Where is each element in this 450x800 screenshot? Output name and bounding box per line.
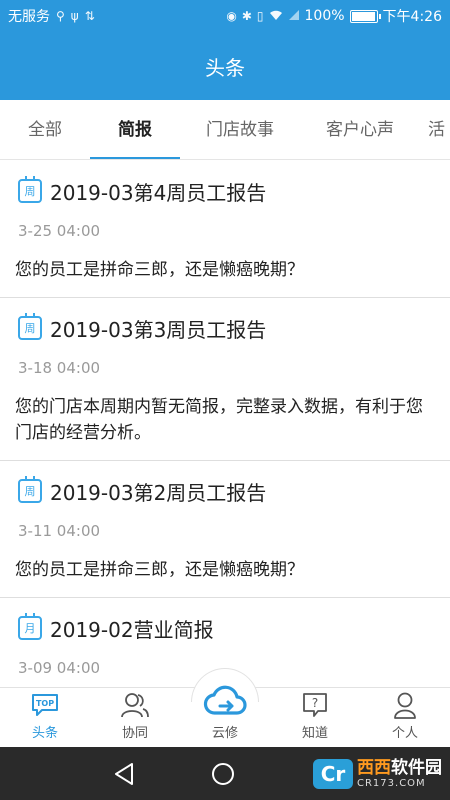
item-date: 3-18 04:00 [18,359,101,377]
home-icon[interactable] [212,763,234,785]
calendar-month-icon: 月 [18,613,42,640]
header: 头条 [0,32,450,100]
usb-icon: ⚲ [56,9,65,23]
question-icon: ? [300,691,330,719]
nav-collaborate[interactable]: 协同 [90,688,180,747]
usb-debug-icon: ψ [70,9,79,23]
status-bar: 无服务 ⚲ ψ ⇅ ◉ ✱ ▯ 100% 下午4:26 [0,0,450,32]
calendar-week-icon: 周 [18,176,42,203]
item-title: 2019-03第2周员工报告 [50,480,267,505]
calendar-week-icon: 周 [18,476,42,503]
item-title: 2019-02营业简报 [50,617,214,642]
question-glyph: ? [312,696,318,710]
bottom-nav: TOP 头条 协同 云修 ? 知道 个人 [0,668,450,747]
item-title: 2019-03第3周员工报告 [50,317,267,342]
item-date: 3-25 04:00 [18,222,101,240]
tab-more[interactable]: 活 [420,100,450,159]
item-title-row: 周 2019-03第3周员工报告 [15,298,435,344]
nav-knowledge[interactable]: ? 知道 [270,688,360,747]
watermark-logo: Cr [313,759,353,789]
nav-label: 知道 [301,726,328,741]
item-date: 3-11 04:00 [18,522,101,540]
vibrate-icon: ▯ [256,9,264,23]
item-title: 2019-03第4周员工报告 [50,180,267,205]
list-item[interactable]: 周 2019-03第2周员工报告 3-11 04:00 您的员工是拼命三郎，还是… [0,461,450,598]
bluetooth-icon: ✱ [241,9,252,23]
status-left: 无服务 ⚲ ψ ⇅ [8,6,95,26]
page-title: 头条 [205,55,245,80]
wifi-icon [269,9,283,24]
list-item[interactable]: 周 2019-03第3周员工报告 3-18 04:00 您的门店本周期内暂无简报… [0,298,450,461]
data-transfer-icon: ⇅ [84,9,95,23]
top-icon: TOP [30,691,60,719]
list-item[interactable]: 周 2019-03第4周员工报告 3-25 04:00 您的员工是拼命三郎，还是… [0,161,450,298]
back-icon[interactable] [112,761,138,787]
news-list[interactable]: 周 2019-03第4周员工报告 3-25 04:00 您的员工是拼命三郎，还是… [0,161,450,687]
people-icon [120,691,150,719]
battery-icon [349,9,381,23]
nav-personal[interactable]: 个人 [360,688,450,747]
tab-customer-voice[interactable]: 客户心声 [300,100,420,159]
signal-icon [288,9,300,24]
calendar-week-icon: 周 [18,313,42,340]
watermark-main-a: 西西 [357,758,391,779]
watermark-sub: CR173.COM [357,777,426,789]
nav-label: 头条 [31,726,58,741]
item-summary: 您的员工是拼命三郎，还是懒癌晚期？ [15,560,304,580]
watermark-main-b: 软件园 [391,758,442,779]
item-title-row: 周 2019-03第2周员工报告 [15,461,435,507]
tab-store-stories[interactable]: 门店故事 [180,100,300,159]
category-tabs: 全部 简报 门店故事 客户心声 活 [0,100,450,160]
carrier-text: 无服务 [8,9,50,25]
item-title-row: 周 2019-03第4周员工报告 [15,161,435,207]
nav-label: 协同 [121,726,148,741]
top-badge-text: TOP [36,699,54,708]
watermark-main: 西西软件园 [357,759,442,778]
nav-headlines[interactable]: TOP 头条 [0,688,90,747]
tab-briefing[interactable]: 简报 [90,100,180,159]
item-summary: 您的员工是拼命三郎，还是懒癌晚期？ [15,260,304,280]
tab-all[interactable]: 全部 [0,100,90,159]
item-title-row: 月 2019-02营业简报 [15,598,435,644]
battery-percent: 100% [304,8,345,24]
status-right: ◉ ✱ ▯ 100% 下午4:26 [226,6,442,26]
nav-cloud-repair[interactable]: 云修 [180,668,270,747]
person-icon [390,691,420,719]
watermark-text: 西西软件园 CR173.COM [357,759,442,789]
location-icon: ◉ [226,9,237,23]
watermark: Cr 西西软件园 CR173.COM [313,755,442,793]
nav-label: 云修 [211,726,238,741]
nav-label: 个人 [391,726,418,741]
cloud-icon [203,685,247,719]
clock: 下午4:26 [382,9,442,25]
item-summary: 您的门店本周期内暂无简报，完整录入数据，有利于您门店的经营分析。 [15,397,423,443]
system-nav-bar: Cr 西西软件园 CR173.COM [0,747,450,800]
